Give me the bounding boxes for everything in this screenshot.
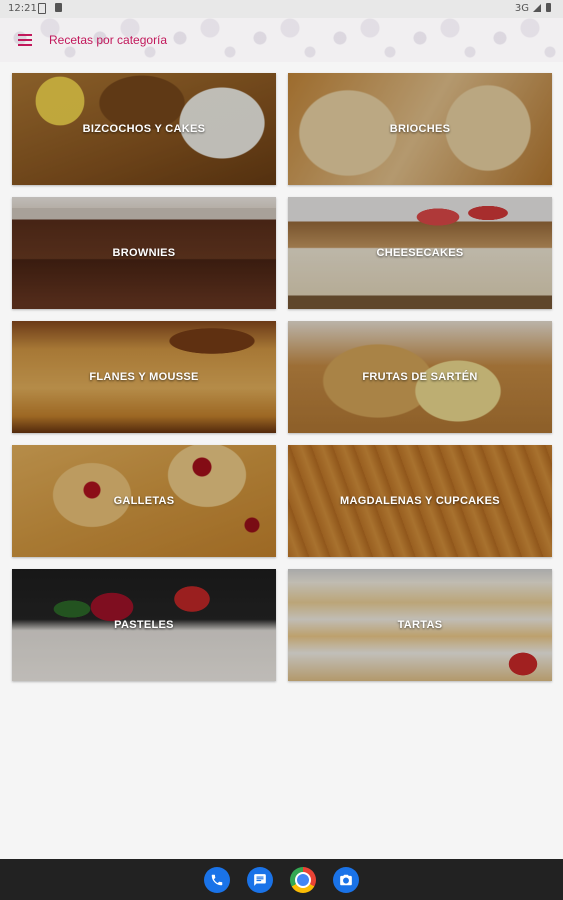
category-label: BRIOCHES <box>389 123 451 135</box>
category-card-bizcochos-y-cakes[interactable]: BIZCOCHOS Y CAKES <box>12 73 276 185</box>
category-label: BIZCOCHOS Y CAKES <box>82 123 206 135</box>
category-card-pasteles[interactable]: PASTELES <box>12 569 276 681</box>
phone-icon[interactable] <box>204 867 230 893</box>
status-time: 12:21 <box>8 3 37 14</box>
category-card-brioches[interactable]: BRIOCHES <box>288 73 552 185</box>
category-label: BROWNIES <box>112 247 176 259</box>
category-label: PASTELES <box>114 619 174 631</box>
sim-card-icon <box>38 3 46 14</box>
status-bar: 12:21 3G <box>0 0 563 18</box>
category-label: CHEESECAKES <box>376 247 464 259</box>
signal-icon <box>533 4 541 12</box>
category-grid: BIZCOCHOS Y CAKES BRIOCHES BROWNIES CHEE… <box>12 73 552 681</box>
category-label: MAGDALENAS Y CUPCAKES <box>340 495 500 507</box>
messages-icon[interactable] <box>247 867 273 893</box>
navigation-bar <box>0 859 563 900</box>
sd-card-icon <box>55 3 62 12</box>
network-type: 3G <box>514 3 529 14</box>
menu-icon[interactable] <box>18 34 32 46</box>
category-card-tartas[interactable]: TARTAS <box>288 569 552 681</box>
category-card-brownies[interactable]: BROWNIES <box>12 197 276 309</box>
category-label: TARTAS <box>397 619 443 631</box>
category-card-flanes-y-mousse[interactable]: FLANES Y MOUSSE <box>12 321 276 433</box>
battery-icon <box>546 3 551 12</box>
category-label: FLANES Y MOUSSE <box>89 371 199 383</box>
app-bar: Recetas por categoría <box>0 18 563 62</box>
camera-icon[interactable] <box>333 867 359 893</box>
chrome-icon[interactable] <box>290 867 316 893</box>
category-card-galletas[interactable]: GALLETAS <box>12 445 276 557</box>
page-title: Recetas por categoría <box>49 33 168 47</box>
category-card-magdalenas-y-cupcakes[interactable]: MAGDALENAS Y CUPCAKES <box>288 445 552 557</box>
category-card-cheesecakes[interactable]: CHEESECAKES <box>288 197 552 309</box>
category-label: FRUTAS DE SARTÉN <box>362 371 478 383</box>
category-card-frutas-de-sarten[interactable]: FRUTAS DE SARTÉN <box>288 321 552 433</box>
category-label: GALLETAS <box>113 495 175 507</box>
